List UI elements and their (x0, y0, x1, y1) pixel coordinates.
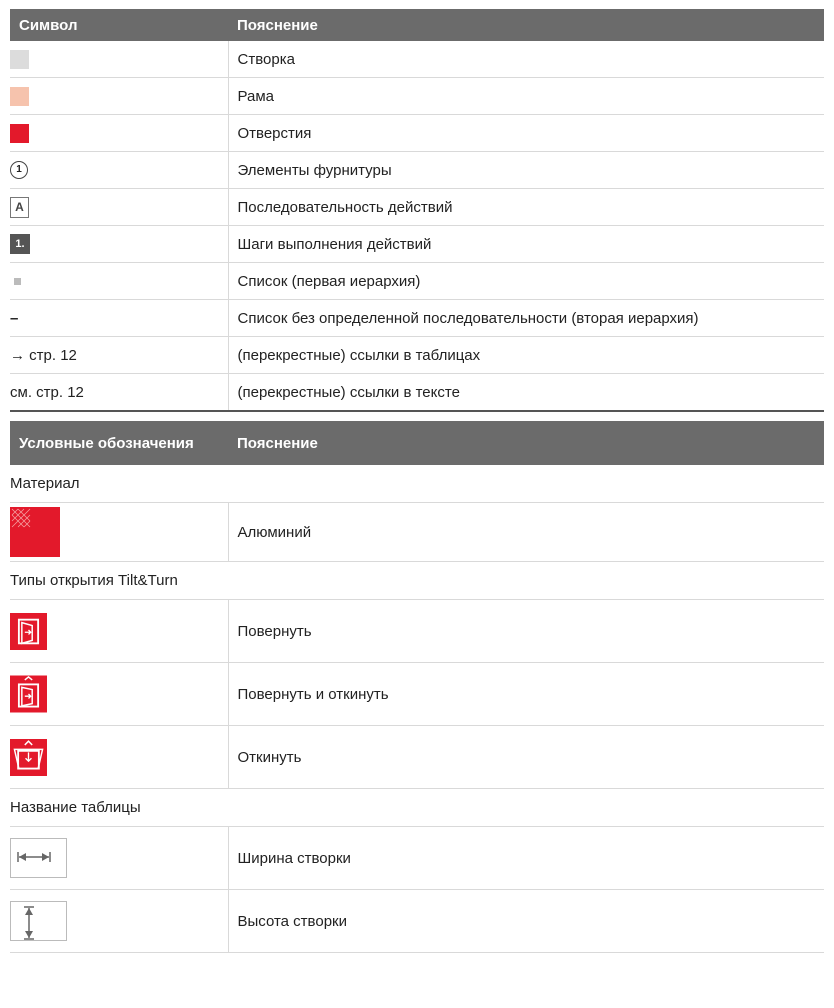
cross-ref-text-symbol: см. стр. 12 (10, 373, 229, 412)
row-text: Элементы фурнитуры (228, 151, 824, 189)
section-title: Материал (10, 465, 824, 503)
symbol-table: Символ Пояснение Створка Рама Отверстия … (10, 9, 824, 412)
table-row: Откинуть (10, 725, 824, 789)
row-text: Створка (228, 41, 824, 78)
width-dimension-icon (10, 838, 67, 878)
row-text: Шаги выполнения действий (228, 225, 824, 263)
letter-box-icon: A (10, 196, 29, 218)
table-row: Ширина створки (10, 826, 824, 890)
table-row: → стр. 12 (перекрестные) ссылки в таблиц… (10, 336, 824, 374)
row-text: Повернуть (228, 599, 824, 663)
table-row: см. стр. 12 (перекрестные) ссылки в текс… (10, 373, 824, 412)
table-row: – Список без определенной последовательн… (10, 299, 824, 337)
table-row: 1. Шаги выполнения действий (10, 225, 824, 263)
table-row: Повернуть (10, 599, 824, 663)
conventions-table-header: Условные обозначения Пояснение (10, 421, 824, 465)
row-text: (перекрестные) ссылки в тексте (228, 373, 824, 412)
tilt-icon (10, 738, 47, 776)
row-text: (перекрестные) ссылки в таблицах (228, 336, 824, 374)
header-explanation: Пояснение (228, 421, 824, 465)
conventions-table: Условные обозначения Пояснение Материал … (10, 421, 824, 953)
row-text: Рама (228, 77, 824, 115)
sash-swatch-icon (10, 49, 29, 69)
section-row: Название таблицы (10, 788, 824, 827)
table-row: Створка (10, 41, 824, 78)
turn-icon (10, 612, 47, 650)
row-text: Список (первая иерархия) (228, 262, 824, 300)
legend-page: Символ Пояснение Створка Рама Отверстия … (10, 9, 824, 953)
row-text: Список без определенной последовательнос… (228, 299, 824, 337)
table-row: Высота створки (10, 889, 824, 953)
bullet-icon (14, 278, 21, 286)
dash-symbol: – (10, 309, 19, 327)
aluminium-material-icon (10, 507, 60, 557)
header-conventions: Условные обозначения (10, 421, 228, 465)
section-title: Название таблицы (10, 788, 824, 827)
height-dimension-icon (10, 901, 67, 941)
section-title: Типы открытия Tilt&Turn (10, 561, 824, 600)
row-text: Последовательность действий (228, 188, 824, 226)
frame-swatch-icon (10, 86, 29, 106)
section-row: Материал (10, 465, 824, 503)
table-row: 1 Элементы фурнитуры (10, 151, 824, 189)
section-row: Типы открытия Tilt&Turn (10, 561, 824, 600)
header-explanation: Пояснение (228, 9, 824, 41)
table-row: Рама (10, 77, 824, 115)
row-text: Высота створки (228, 889, 824, 953)
table-row: Алюминий (10, 502, 824, 562)
table-row: A Последовательность действий (10, 188, 824, 226)
row-text: Откинуть (228, 725, 824, 789)
cross-ref-table-symbol: → стр. 12 (10, 336, 229, 374)
turn-tilt-icon (10, 675, 47, 713)
table-row: Список (первая иерархия) (10, 262, 824, 300)
holes-swatch-icon (10, 123, 29, 143)
row-text: Повернуть и откинуть (228, 662, 824, 726)
table-row: Повернуть и откинуть (10, 662, 824, 726)
numbered-circle-icon: 1 (10, 161, 28, 180)
table-row: Отверстия (10, 114, 824, 152)
header-symbol: Символ (10, 9, 228, 41)
row-text: Ширина створки (228, 826, 824, 890)
symbol-table-header: Символ Пояснение (10, 9, 824, 41)
row-text: Алюминий (228, 502, 824, 562)
step-box-icon: 1. (10, 234, 30, 254)
row-text: Отверстия (228, 114, 824, 152)
